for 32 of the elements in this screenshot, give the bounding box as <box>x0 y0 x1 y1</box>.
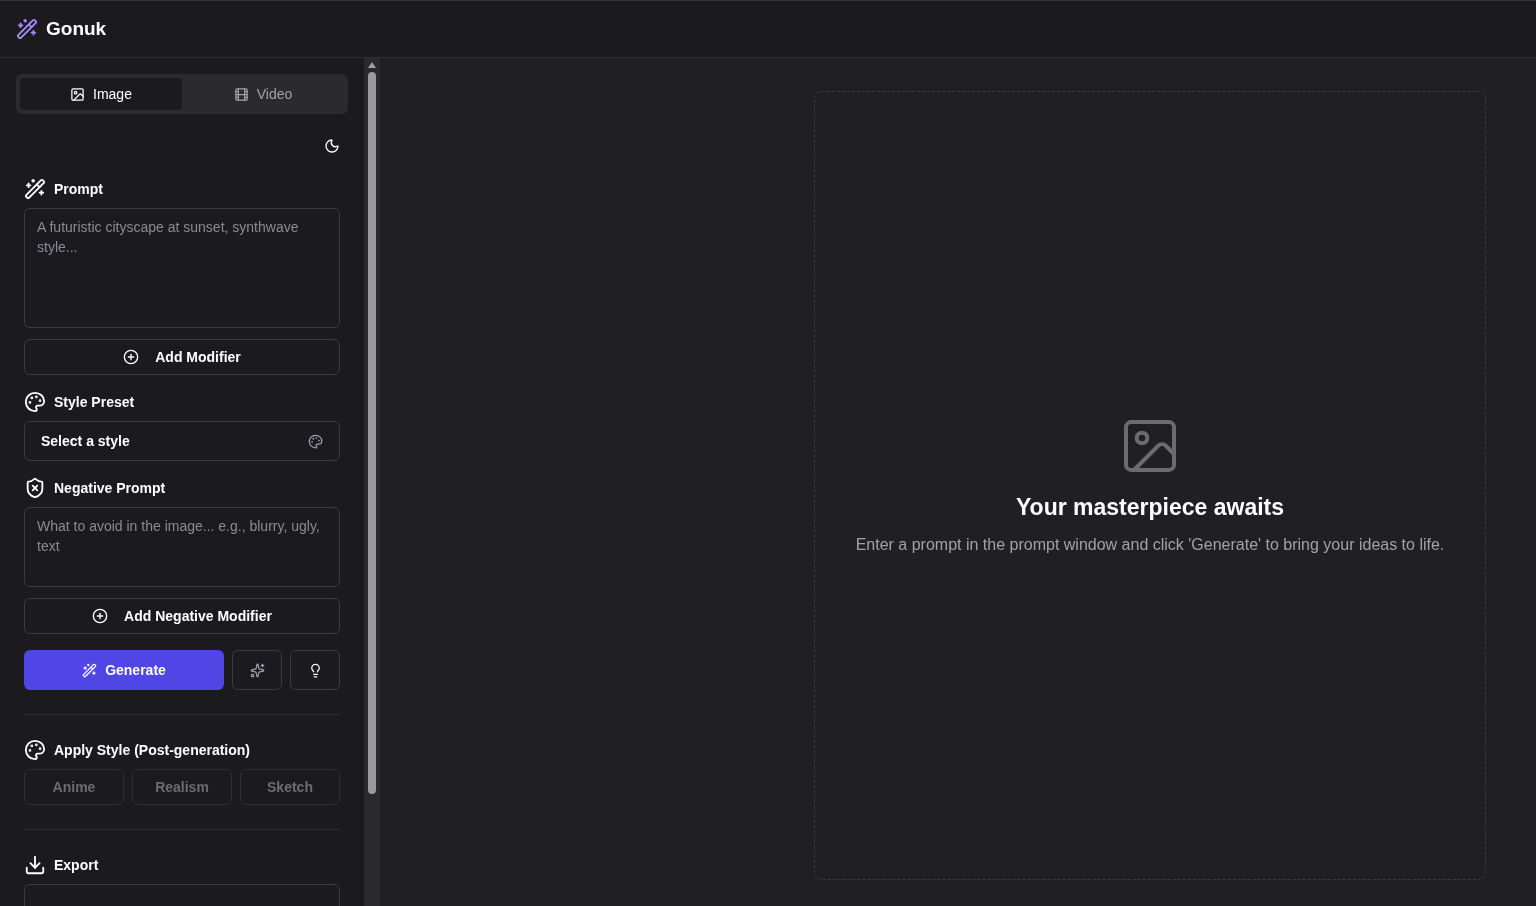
shield-x-icon <box>24 477 46 499</box>
tab[interactable]: Video <box>182 78 344 110</box>
wand-icon <box>82 662 98 678</box>
section-label: Apply Style (Post-generation) <box>54 740 251 760</box>
section-label: Export <box>54 855 99 875</box>
plus-circle-icon <box>123 349 140 365</box>
film-icon <box>233 86 249 102</box>
wand-icon <box>24 178 46 200</box>
section-label: Prompt <box>54 179 103 199</box>
app-name: Gonuk <box>46 16 107 41</box>
add-negative-modifier-button[interactable]: Add Negative Modifier <box>24 598 340 634</box>
wand-icon <box>16 18 38 40</box>
palette-icon <box>24 391 46 413</box>
generate-button[interactable]: Generate <box>24 650 224 690</box>
plus-circle-icon <box>92 608 109 624</box>
moon-icon[interactable] <box>324 138 340 154</box>
section-label: Negative Prompt <box>54 478 166 498</box>
add-modifier-button[interactable]: Add Modifier <box>24 339 340 375</box>
negative-prompt-field[interactable]: What to avoid in the image... e.g., blurry, ugly, text <box>24 507 340 587</box>
empty-title: Your masterpiece awaits <box>1016 493 1284 523</box>
enhance-button[interactable] <box>232 650 282 690</box>
idea-button[interactable] <box>290 650 340 690</box>
prompt-field[interactable]: A futuristic cityscape at sunset, synthwave style... <box>24 208 340 328</box>
empty-description: Enter a prompt in the prompt window and click 'Generate' to bring your ideas to life. <box>854 534 1446 555</box>
palette-icon <box>24 739 46 761</box>
tab[interactable]: Image <box>20 78 182 110</box>
sparkles-icon <box>249 662 265 678</box>
download-icon <box>24 854 46 876</box>
style-select[interactable]: Select a style <box>24 421 340 461</box>
image-icon <box>70 86 86 102</box>
palette-icon <box>308 433 323 449</box>
section-label: Style Preset <box>54 392 135 412</box>
